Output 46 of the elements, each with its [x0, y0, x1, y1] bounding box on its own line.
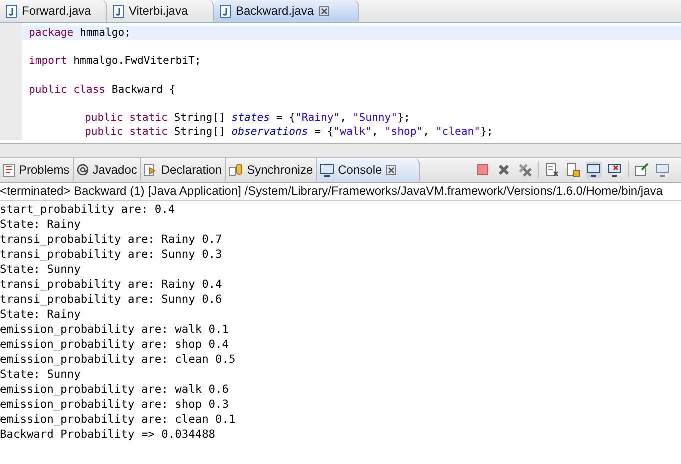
java-file-icon: [113, 4, 124, 18]
remove-all-icon[interactable]: [517, 162, 533, 178]
console-line: emission_probability are: shop 0.4: [0, 337, 230, 352]
console-line: State: Rainy: [0, 307, 81, 322]
clear-console-icon[interactable]: [544, 162, 560, 178]
console-line: transi_probability are: Sunny 0.3: [0, 247, 222, 262]
console-line: Backward Probability => 0.034488: [0, 427, 216, 442]
console-line: State: Rainy: [0, 217, 81, 232]
console-line: emission_probability are: walk 0.6: [0, 382, 230, 397]
problems-icon: [3, 164, 15, 176]
view-tab[interactable]: Console: [317, 158, 420, 182]
view-tab[interactable]: Problems: [0, 158, 74, 182]
stop-icon[interactable]: [475, 162, 491, 178]
close-icon[interactable]: [319, 6, 330, 16]
console-line: transi_probability are: Rainy 0.4: [0, 277, 222, 292]
java-file-icon: [220, 4, 231, 18]
console-line: emission_probability are: clean 0.5: [0, 352, 236, 367]
monitor-icon[interactable]: [586, 162, 602, 178]
close-icon[interactable]: [386, 164, 398, 176]
code-line: public static String[] states = {"Rainy", "Sunny"};: [85, 112, 410, 124]
console-line: emission_probability are: shop 0.3: [0, 397, 230, 412]
console-line: State: Sunny: [0, 262, 81, 277]
synchronize-icon: [229, 164, 244, 176]
console-line: start_probability are: 0.4: [0, 202, 176, 217]
at-sign-icon: [76, 164, 89, 176]
java-file-icon: [6, 4, 17, 18]
monitor-icon[interactable]: [655, 162, 671, 178]
monitor-error-icon[interactable]: [607, 162, 623, 178]
code-line: import hmmalgo.FwdViterbiT;: [29, 55, 202, 68]
view-tab[interactable]: Declaration: [141, 158, 226, 182]
remove-icon[interactable]: [496, 162, 512, 178]
code-line: package hmmalgo;: [29, 27, 132, 39]
console-line: transi_probability are: Rainy 0.7: [0, 232, 222, 247]
editor-tab[interactable]: Backward.java: [214, 0, 359, 22]
console-header: <terminated> Backward (1) [Java Application] /System/Library/Frameworks/JavaVM.framework/Versions/1.6.0/Home/bin/java: [0, 183, 681, 201]
console-line: emission_probability are: clean 0.1: [0, 412, 236, 427]
declaration-icon: [144, 164, 158, 176]
console-line: emission_probability are: walk 0.1: [0, 322, 230, 337]
view-tab[interactable]: Javadoc: [74, 158, 142, 182]
code-line: public class Backward {: [29, 84, 176, 96]
editor-tab[interactable]: Forward.java: [0, 0, 107, 22]
code-line: public static String[] observations = {"walk", "shop", "clean"};: [85, 126, 494, 138]
console-icon: [320, 164, 334, 176]
editor-tab[interactable]: Viterbi.java: [107, 0, 214, 22]
console-line: transi_probability are: Sunny 0.6: [0, 292, 222, 307]
console-line: State: Sunny: [0, 367, 81, 382]
